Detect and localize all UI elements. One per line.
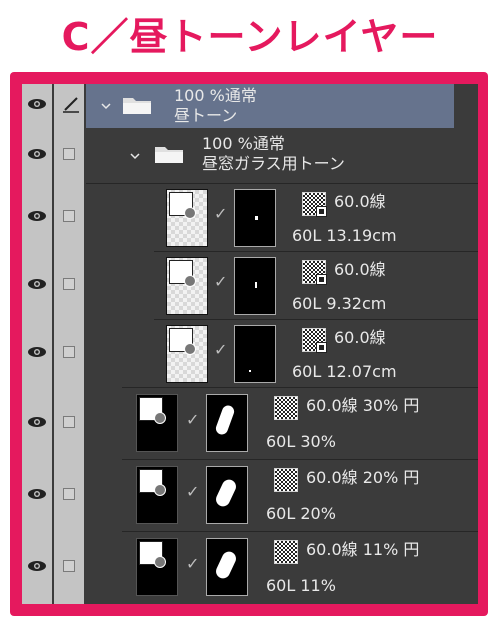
tone-pattern-icon — [274, 540, 298, 564]
edit-checkbox[interactable] — [63, 148, 75, 160]
layer-thumbnail — [166, 189, 208, 247]
eye-icon[interactable] — [27, 98, 47, 110]
layer-row-tone[interactable]: ✓ 60.0線 60L 12.07cm — [22, 320, 478, 388]
layer-info: 60L 9.32cm — [292, 294, 387, 313]
layer-row-folder-hiru-tone[interactable]: 100 %通常 昼トーン — [22, 84, 478, 128]
tone-layer-badge-icon — [169, 260, 196, 287]
layer-row-folder-window-tone[interactable]: 100 %通常 昼窓ガラス用トーン — [22, 128, 478, 184]
eye-icon[interactable] — [27, 346, 47, 358]
layer-thumbnail — [136, 538, 178, 596]
tone-pattern-icon — [274, 396, 298, 420]
tone-pattern-icon — [302, 192, 327, 217]
tone-label: 60.0線 20% 円 — [306, 468, 420, 487]
tone-pattern-icon — [302, 260, 327, 285]
layer-name: 昼窓ガラス用トーン — [202, 154, 345, 173]
eye-icon[interactable] — [27, 148, 47, 160]
layer-mask-thumbnail — [234, 325, 276, 383]
mask-link-icon: ✓ — [186, 554, 200, 573]
edit-checkbox[interactable] — [63, 210, 75, 222]
layer-info: 60L 13.19cm — [292, 226, 397, 245]
edit-checkbox[interactable] — [63, 416, 75, 428]
tone-label: 60.0線 — [334, 192, 386, 211]
folder-icon — [123, 98, 151, 114]
tone-label: 60.0線 — [334, 328, 386, 347]
layer-mask-thumbnail — [206, 466, 248, 524]
layer-row-tone[interactable]: ✓ 60.0線 30% 円 60L 30% — [22, 388, 478, 460]
page-title: C／昼トーンレイヤー — [61, 15, 439, 59]
layer-row-tone[interactable]: ✓ 60.0線 60L 13.19cm — [22, 184, 478, 252]
tone-pattern-icon — [302, 328, 327, 353]
layer-thumbnail — [166, 257, 208, 315]
layer-info: 60L 11% — [266, 576, 336, 595]
tone-layer-badge-icon — [169, 328, 196, 355]
mask-link-icon: ✓ — [186, 410, 200, 429]
pen-icon[interactable] — [62, 95, 80, 113]
layer-thumbnail — [136, 466, 178, 524]
layer-row-tone[interactable]: ✓ 60.0線 60L 9.32cm — [22, 252, 478, 320]
edit-checkbox[interactable] — [63, 488, 75, 500]
tone-layer-badge-icon — [139, 469, 166, 496]
tone-pattern-icon — [274, 468, 298, 492]
layer-name: 昼トーン — [174, 106, 238, 125]
eye-icon[interactable] — [27, 416, 47, 428]
layer-panel: 100 %通常 昼トーン 100 %通常 昼窓ガラス用トーン ✓ 60.0線 6… — [22, 84, 478, 604]
layer-info: 60L 12.07cm — [292, 362, 397, 381]
layer-thumbnail — [136, 394, 178, 452]
layer-row-tone[interactable]: ✓ 60.0線 20% 円 60L 20% — [22, 460, 478, 532]
layer-mask-thumbnail — [206, 538, 248, 596]
mask-link-icon: ✓ — [214, 340, 228, 359]
eye-icon[interactable] — [27, 278, 47, 290]
tone-layer-badge-icon — [139, 541, 166, 568]
layer-mask-thumbnail — [234, 257, 276, 315]
eye-icon[interactable] — [27, 488, 47, 500]
layer-thumbnail — [166, 325, 208, 383]
mask-link-icon: ✓ — [186, 482, 200, 501]
mask-link-icon: ✓ — [214, 272, 228, 291]
layer-row-tone[interactable]: ✓ 60.0線 11% 円 60L 11% — [22, 532, 478, 604]
tone-label: 60.0線 — [334, 260, 386, 279]
edit-checkbox[interactable] — [63, 346, 75, 358]
folder-icon — [155, 147, 183, 163]
tone-label: 60.0線 11% 円 — [306, 540, 420, 559]
tone-layer-badge-icon — [169, 192, 196, 219]
mask-link-icon: ✓ — [214, 204, 228, 223]
chevron-down-icon[interactable] — [101, 102, 111, 110]
chevron-down-icon[interactable] — [130, 152, 140, 160]
edit-checkbox[interactable] — [63, 278, 75, 290]
eye-icon[interactable] — [27, 560, 47, 572]
layer-blend-label: 100 %通常 — [174, 86, 257, 105]
eye-icon[interactable] — [27, 210, 47, 222]
edit-checkbox[interactable] — [63, 560, 75, 572]
layer-blend-label: 100 %通常 — [202, 134, 285, 153]
layer-info: 60L 20% — [266, 504, 336, 523]
tone-layer-badge-icon — [139, 397, 166, 424]
tone-label: 60.0線 30% 円 — [306, 396, 420, 415]
layer-info: 60L 30% — [266, 432, 336, 451]
layer-mask-thumbnail — [206, 394, 248, 452]
layer-mask-thumbnail — [234, 189, 276, 247]
